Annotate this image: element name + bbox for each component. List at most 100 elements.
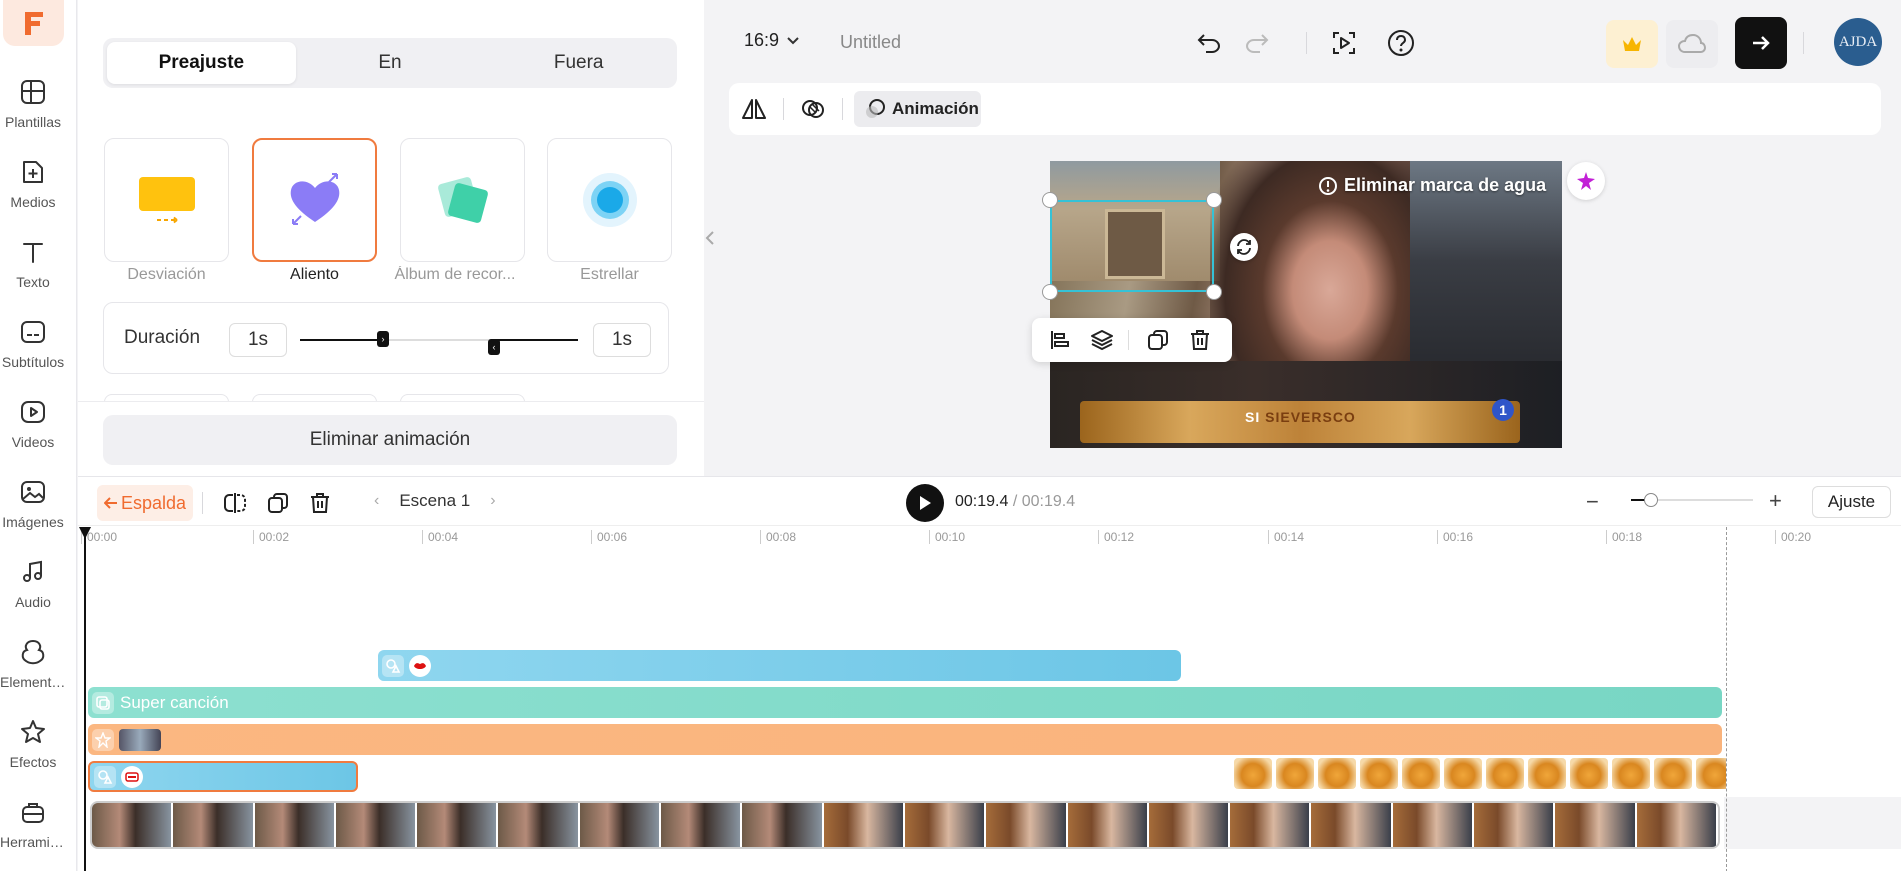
brand-logo-icon: [24, 12, 43, 35]
ruler-tick: 00:02: [253, 530, 289, 544]
timeline-end-marker: [1726, 527, 1727, 871]
timeline-delete-button[interactable]: [304, 487, 336, 519]
play-icon: [920, 496, 931, 510]
play-button[interactable]: [906, 484, 944, 522]
premium-button[interactable]: [1606, 20, 1658, 68]
animation-tabs: Preajuste En Fuera: [103, 38, 677, 88]
ruler-tick: 00:16: [1437, 530, 1473, 544]
back-button[interactable]: Espalda: [97, 485, 193, 521]
duration-in-field[interactable]: 1s: [229, 323, 287, 357]
shapes-icon: [94, 765, 116, 788]
brand-logo[interactable]: [3, 0, 64, 46]
effect-track-clip[interactable]: [88, 724, 1722, 755]
project-title[interactable]: Untitled: [840, 32, 901, 53]
chevron-right-icon[interactable]: ›: [490, 492, 495, 510]
media-icon: [17, 156, 49, 188]
magic-star-icon: [1577, 172, 1595, 190]
badge-sticker-icon: [121, 765, 143, 788]
export-button[interactable]: [1735, 17, 1787, 69]
tab-en[interactable]: En: [296, 42, 485, 84]
avatar[interactable]: AJDA: [1834, 18, 1882, 66]
remove-watermark-link[interactable]: Eliminar marca de agua: [1318, 175, 1546, 196]
divider: [842, 98, 843, 120]
rail-label: Subtítulos: [1, 354, 65, 370]
zoom-in-button[interactable]: +: [1769, 490, 1782, 512]
help-button[interactable]: [1384, 26, 1418, 60]
zoom-knob[interactable]: [1644, 493, 1658, 507]
duration-in-handle[interactable]: ›: [377, 331, 389, 347]
rail-item-elementos[interactable]: Elementos: [0, 624, 66, 696]
ai-magic-button[interactable]: [1567, 162, 1605, 200]
duration-slider[interactable]: › ‹: [300, 331, 578, 355]
preset-aliento-icon: [290, 173, 339, 225]
video-track-clip[interactable]: [90, 801, 1720, 849]
redo-button[interactable]: [1240, 26, 1274, 60]
zoom-out-button[interactable]: −: [1586, 491, 1599, 513]
resize-handle[interactable]: [1206, 192, 1222, 208]
rail-item-audio[interactable]: Audio: [0, 544, 66, 616]
collapse-panel-button[interactable]: [702, 208, 718, 268]
tools-icon: [17, 796, 49, 828]
gif-sticker-track[interactable]: [1234, 758, 1726, 789]
rail-item-imagenes[interactable]: Imágenes: [0, 464, 66, 536]
resize-handle[interactable]: [1042, 284, 1058, 300]
rail-item-herramientas[interactable]: Herramie...: [0, 784, 66, 856]
remove-animation-button[interactable]: Eliminar animación: [103, 415, 677, 465]
rail-item-medios[interactable]: Medios: [0, 144, 66, 216]
rail-label: Audio: [15, 594, 51, 610]
split-button[interactable]: [219, 487, 251, 519]
preset-aliento[interactable]: [252, 138, 377, 262]
flip-button[interactable]: [737, 92, 771, 126]
fit-button[interactable]: Ajuste: [1812, 486, 1891, 518]
scene-selector[interactable]: ‹ Escena 1 ›: [374, 491, 496, 511]
rail-item-subtitulos[interactable]: Subtítulos: [0, 304, 66, 376]
duplicate-button[interactable]: [1144, 326, 1172, 354]
animation-button[interactable]: Animación: [854, 91, 981, 127]
divider: [783, 98, 784, 120]
info-icon: [1319, 176, 1337, 195]
preset-album[interactable]: [400, 138, 525, 262]
rail-item-plantillas[interactable]: Plantillas: [0, 64, 66, 136]
ruler-tick: 00:06: [591, 530, 627, 544]
lower-third-main: SIEVERSCO: [1265, 409, 1356, 425]
help-icon: [1388, 30, 1414, 56]
cloud-save-button[interactable]: [1666, 20, 1718, 68]
aspect-ratio-select[interactable]: 16:9: [744, 30, 799, 51]
text-track-clip[interactable]: Super canción: [88, 687, 1722, 718]
subtitles-icon: [17, 316, 49, 348]
duplicate-icon: [268, 493, 288, 513]
shapes-icon: [382, 654, 404, 677]
playhead[interactable]: [84, 527, 86, 871]
resize-handle[interactable]: [1206, 284, 1222, 300]
selection-floating-toolbar: [1032, 318, 1232, 362]
zoom-slider[interactable]: [1631, 493, 1753, 507]
time-ruler[interactable]: 00:00 00:02 00:04 00:06 00:08 00:10 00:1…: [78, 525, 1901, 553]
rail-label: Videos: [11, 434, 55, 450]
timeline-duplicate-button[interactable]: [262, 487, 294, 519]
tab-preajuste[interactable]: Preajuste: [107, 42, 296, 84]
delete-button[interactable]: [1186, 326, 1214, 354]
rail-item-efectos[interactable]: Efectos: [0, 704, 66, 776]
chevron-left-icon[interactable]: ‹: [374, 492, 379, 510]
selection-box[interactable]: [1050, 200, 1214, 292]
sticker-track-clip[interactable]: [378, 650, 1181, 681]
layers-button[interactable]: [1088, 326, 1116, 354]
rail-label: Elementos: [0, 674, 66, 690]
watermark-label: Eliminar marca de agua: [1344, 175, 1547, 195]
preview-button[interactable]: [1327, 26, 1361, 60]
resize-handle[interactable]: [1042, 192, 1058, 208]
selected-sticker-clip[interactable]: [88, 761, 358, 792]
opacity-button[interactable]: [796, 92, 830, 126]
rail-item-texto[interactable]: Texto: [0, 224, 66, 296]
preset-estrellar[interactable]: [547, 138, 672, 262]
divider: [1128, 330, 1129, 350]
rail-item-videos[interactable]: Videos: [0, 384, 66, 456]
align-button[interactable]: [1046, 326, 1074, 354]
undo-button[interactable]: [1192, 26, 1226, 60]
preset-album-icon: [437, 177, 488, 223]
tab-fuera[interactable]: Fuera: [484, 42, 673, 84]
rotate-handle[interactable]: [1230, 233, 1258, 261]
preset-desviacion[interactable]: [104, 138, 229, 262]
duration-out-handle[interactable]: ‹: [488, 339, 500, 355]
duration-out-field[interactable]: 1s: [593, 323, 651, 357]
